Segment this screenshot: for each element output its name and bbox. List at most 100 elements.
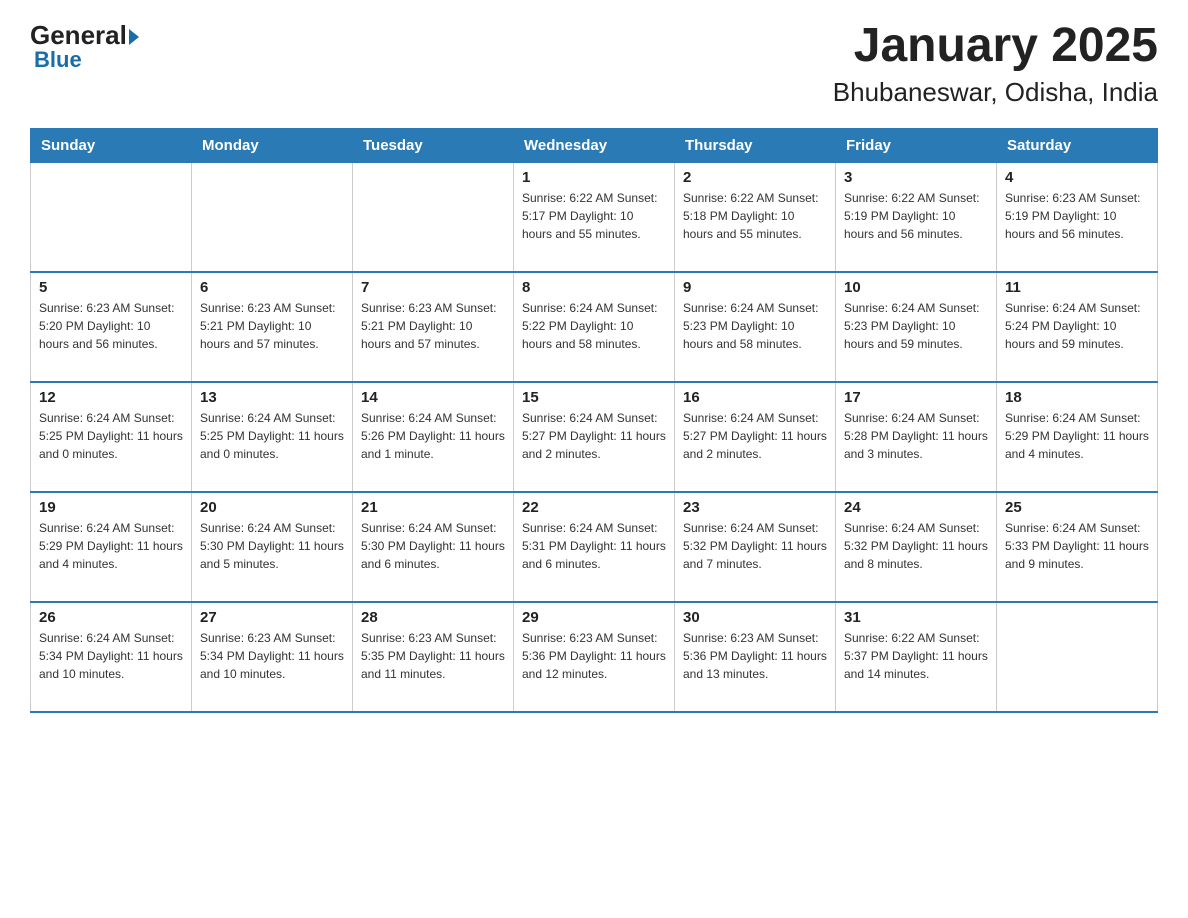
day-number: 1 xyxy=(522,169,666,186)
day-number: 8 xyxy=(522,279,666,296)
calendar-cell: 10 Sunrise: 6:24 AM Sunset: 5:23 PM Dayli… xyxy=(836,272,997,382)
calendar-cell: 15Sunrise: 6:24 AM Sunset: 5:27 PM Dayli… xyxy=(514,382,675,492)
calendar-cell: 24 Sunrise: 6:24 AM Sunset: 5:32 PM Dayli… xyxy=(836,492,997,602)
week-row-1: 1 Sunrise: 6:22 AM Sunset: 5:17 PM Daylig… xyxy=(31,162,1158,272)
day-info: Sunrise: 6:24 AM Sunset: 5:34 PM Dayligh… xyxy=(39,629,183,683)
calendar-cell: 7 Sunrise: 6:23 AM Sunset: 5:21 PM Daylig… xyxy=(353,272,514,382)
day-info: Sunrise: 6:23 AM Sunset: 5:21 PM Dayligh… xyxy=(361,299,505,353)
day-info: Sunrise: 6:24 AM Sunset: 5:33 PM Dayligh… xyxy=(1005,519,1149,573)
day-number: 13 xyxy=(200,389,344,406)
day-info: Sunrise: 6:24 AM Sunset: 5:30 PM Dayligh… xyxy=(361,519,505,573)
day-number: 20 xyxy=(200,499,344,516)
calendar-cell: 22Sunrise: 6:24 AM Sunset: 5:31 PM Dayli… xyxy=(514,492,675,602)
calendar-cell: 21 Sunrise: 6:24 AM Sunset: 5:30 PM Dayli… xyxy=(353,492,514,602)
day-info: Sunrise: 6:24 AM Sunset: 5:25 PM Dayligh… xyxy=(39,409,183,463)
calendar-cell xyxy=(353,162,514,272)
day-number: 2 xyxy=(683,169,827,186)
calendar-cell xyxy=(997,602,1158,712)
day-number: 31 xyxy=(844,609,988,626)
day-info: Sunrise: 6:24 AM Sunset: 5:23 PM Dayligh… xyxy=(844,299,988,353)
day-number: 4 xyxy=(1005,169,1149,186)
calendar-cell: 8 Sunrise: 6:24 AM Sunset: 5:22 PM Daylig… xyxy=(514,272,675,382)
day-number: 18 xyxy=(1005,389,1149,406)
day-info: Sunrise: 6:24 AM Sunset: 5:30 PM Dayligh… xyxy=(200,519,344,573)
day-number: 25 xyxy=(1005,499,1149,516)
day-info: Sunrise: 6:24 AM Sunset: 5:29 PM Dayligh… xyxy=(1005,409,1149,463)
day-number: 14 xyxy=(361,389,505,406)
day-info: Sunrise: 6:24 AM Sunset: 5:26 PM Dayligh… xyxy=(361,409,505,463)
calendar-cell: 5 Sunrise: 6:23 AM Sunset: 5:20 PM Daylig… xyxy=(31,272,192,382)
calendar-cell: 3Sunrise: 6:22 AM Sunset: 5:19 PM Daylig… xyxy=(836,162,997,272)
page-subtitle: Bhubaneswar, Odisha, India xyxy=(833,77,1158,108)
day-info: Sunrise: 6:24 AM Sunset: 5:32 PM Dayligh… xyxy=(683,519,827,573)
day-info: Sunrise: 6:24 AM Sunset: 5:31 PM Dayligh… xyxy=(522,519,666,573)
day-info: Sunrise: 6:22 AM Sunset: 5:17 PM Dayligh… xyxy=(522,189,666,243)
weekday-friday: Friday xyxy=(836,128,997,162)
day-info: Sunrise: 6:23 AM Sunset: 5:20 PM Dayligh… xyxy=(39,299,183,353)
logo-blue-text: Blue xyxy=(34,47,82,73)
calendar-cell: 1 Sunrise: 6:22 AM Sunset: 5:17 PM Daylig… xyxy=(514,162,675,272)
day-number: 21 xyxy=(361,499,505,516)
day-info: Sunrise: 6:23 AM Sunset: 5:34 PM Dayligh… xyxy=(200,629,344,683)
weekday-header-row: SundayMondayTuesdayWednesdayThursdayFrid… xyxy=(31,128,1158,162)
day-number: 24 xyxy=(844,499,988,516)
calendar-cell: 26Sunrise: 6:24 AM Sunset: 5:34 PM Dayli… xyxy=(31,602,192,712)
calendar-cell: 11 Sunrise: 6:24 AM Sunset: 5:24 PM Dayli… xyxy=(997,272,1158,382)
day-info: Sunrise: 6:24 AM Sunset: 5:23 PM Dayligh… xyxy=(683,299,827,353)
day-info: Sunrise: 6:23 AM Sunset: 5:35 PM Dayligh… xyxy=(361,629,505,683)
day-number: 17 xyxy=(844,389,988,406)
day-info: Sunrise: 6:23 AM Sunset: 5:21 PM Dayligh… xyxy=(200,299,344,353)
day-info: Sunrise: 6:24 AM Sunset: 5:24 PM Dayligh… xyxy=(1005,299,1149,353)
week-row-4: 19 Sunrise: 6:24 AM Sunset: 5:29 PM Dayli… xyxy=(31,492,1158,602)
day-info: Sunrise: 6:22 AM Sunset: 5:37 PM Dayligh… xyxy=(844,629,988,683)
day-number: 12 xyxy=(39,389,183,406)
day-info: Sunrise: 6:24 AM Sunset: 5:27 PM Dayligh… xyxy=(683,409,827,463)
day-info: Sunrise: 6:24 AM Sunset: 5:27 PM Dayligh… xyxy=(522,409,666,463)
calendar-cell xyxy=(31,162,192,272)
calendar-cell: 14 Sunrise: 6:24 AM Sunset: 5:26 PM Dayli… xyxy=(353,382,514,492)
day-number: 16 xyxy=(683,389,827,406)
calendar-cell: 29 Sunrise: 6:23 AM Sunset: 5:36 PM Dayli… xyxy=(514,602,675,712)
calendar-cell: 2 Sunrise: 6:22 AM Sunset: 5:18 PM Daylig… xyxy=(675,162,836,272)
day-number: 28 xyxy=(361,609,505,626)
day-info: Sunrise: 6:23 AM Sunset: 5:36 PM Dayligh… xyxy=(683,629,827,683)
day-info: Sunrise: 6:23 AM Sunset: 5:36 PM Dayligh… xyxy=(522,629,666,683)
day-number: 30 xyxy=(683,609,827,626)
page-title: January 2025 xyxy=(833,20,1158,73)
calendar-body: 1 Sunrise: 6:22 AM Sunset: 5:17 PM Daylig… xyxy=(31,162,1158,712)
day-info: Sunrise: 6:24 AM Sunset: 5:29 PM Dayligh… xyxy=(39,519,183,573)
day-number: 11 xyxy=(1005,279,1149,296)
calendar-cell: 28 Sunrise: 6:23 AM Sunset: 5:35 PM Dayli… xyxy=(353,602,514,712)
calendar-cell: 31 Sunrise: 6:22 AM Sunset: 5:37 PM Dayli… xyxy=(836,602,997,712)
title-block: January 2025 Bhubaneswar, Odisha, India xyxy=(833,20,1158,108)
day-info: Sunrise: 6:23 AM Sunset: 5:19 PM Dayligh… xyxy=(1005,189,1149,243)
day-number: 10 xyxy=(844,279,988,296)
weekday-sunday: Sunday xyxy=(31,128,192,162)
calendar-cell: 30 Sunrise: 6:23 AM Sunset: 5:36 PM Dayli… xyxy=(675,602,836,712)
calendar-table: SundayMondayTuesdayWednesdayThursdayFrid… xyxy=(30,128,1158,714)
weekday-tuesday: Tuesday xyxy=(353,128,514,162)
day-number: 5 xyxy=(39,279,183,296)
calendar-cell: 18 Sunrise: 6:24 AM Sunset: 5:29 PM Dayli… xyxy=(997,382,1158,492)
day-number: 19 xyxy=(39,499,183,516)
day-number: 9 xyxy=(683,279,827,296)
weekday-saturday: Saturday xyxy=(997,128,1158,162)
week-row-3: 12 Sunrise: 6:24 AM Sunset: 5:25 PM Dayli… xyxy=(31,382,1158,492)
weekday-wednesday: Wednesday xyxy=(514,128,675,162)
day-info: Sunrise: 6:24 AM Sunset: 5:32 PM Dayligh… xyxy=(844,519,988,573)
day-number: 3 xyxy=(844,169,988,186)
calendar-cell: 19 Sunrise: 6:24 AM Sunset: 5:29 PM Dayli… xyxy=(31,492,192,602)
day-info: Sunrise: 6:24 AM Sunset: 5:22 PM Dayligh… xyxy=(522,299,666,353)
week-row-5: 26Sunrise: 6:24 AM Sunset: 5:34 PM Dayli… xyxy=(31,602,1158,712)
day-info: Sunrise: 6:22 AM Sunset: 5:18 PM Dayligh… xyxy=(683,189,827,243)
day-number: 7 xyxy=(361,279,505,296)
calendar-cell: 16 Sunrise: 6:24 AM Sunset: 5:27 PM Dayli… xyxy=(675,382,836,492)
day-number: 29 xyxy=(522,609,666,626)
logo: General Blue xyxy=(30,20,139,73)
weekday-monday: Monday xyxy=(192,128,353,162)
day-number: 23 xyxy=(683,499,827,516)
calendar-cell: 17 Sunrise: 6:24 AM Sunset: 5:28 PM Dayli… xyxy=(836,382,997,492)
week-row-2: 5 Sunrise: 6:23 AM Sunset: 5:20 PM Daylig… xyxy=(31,272,1158,382)
day-info: Sunrise: 6:24 AM Sunset: 5:28 PM Dayligh… xyxy=(844,409,988,463)
day-number: 27 xyxy=(200,609,344,626)
